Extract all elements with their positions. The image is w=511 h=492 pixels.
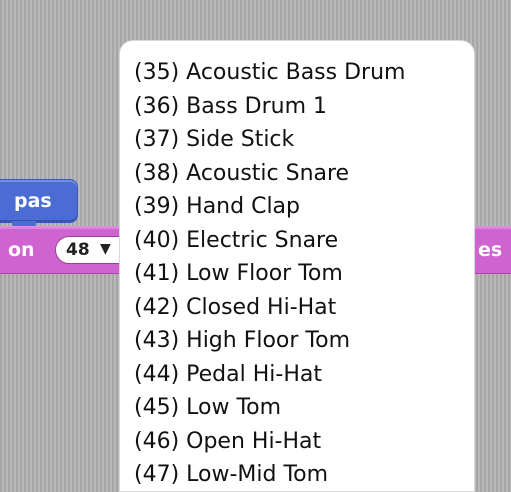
menu-item-bass-drum-1[interactable]: (36) Bass Drum 1 (134, 90, 474, 124)
play-drum-beats-label: es (478, 239, 503, 261)
drum-menu-list: (35) Acoustic Bass Drum (36) Bass Drum 1… (120, 41, 474, 491)
drum-dropdown-menu: (35) Acoustic Bass Drum (36) Bass Drum 1… (119, 40, 475, 492)
menu-item-side-stick[interactable]: (37) Side Stick (134, 123, 474, 157)
menu-item-acoustic-bass-drum[interactable]: (35) Acoustic Bass Drum (134, 56, 474, 90)
menu-item-open-hi-hat[interactable]: (46) Open Hi-Hat (134, 425, 474, 459)
play-drum-block-label: on (8, 239, 35, 261)
menu-item-low-floor-tom[interactable]: (41) Low Floor Tom (134, 257, 474, 291)
menu-item-pedal-hi-hat[interactable]: (44) Pedal Hi-Hat (134, 358, 474, 392)
menu-item-high-floor-tom[interactable]: (43) High Floor Tom (134, 324, 474, 358)
menu-item-acoustic-snare[interactable]: (38) Acoustic Snare (134, 157, 474, 191)
move-block[interactable]: pas (0, 179, 78, 227)
move-block-label: pas (14, 190, 52, 212)
menu-item-low-mid-tom[interactable]: (47) Low-Mid Tom (134, 458, 474, 491)
menu-item-hand-clap[interactable]: (39) Hand Clap (134, 190, 474, 224)
dropdown-arrow-icon[interactable]: ▼ (100, 241, 111, 257)
menu-item-low-tom[interactable]: (45) Low Tom (134, 391, 474, 425)
drum-number-value: 48 (66, 240, 90, 260)
menu-item-electric-snare[interactable]: (40) Electric Snare (134, 224, 474, 258)
menu-item-closed-hi-hat[interactable]: (42) Closed Hi-Hat (134, 291, 474, 325)
